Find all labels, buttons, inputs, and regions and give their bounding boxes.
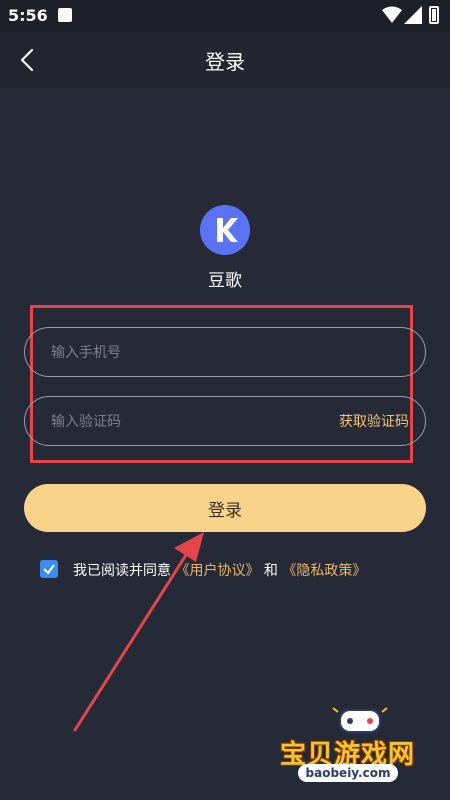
wifi-icon [382, 6, 402, 23]
user-agreement-link[interactable]: 《用户协议》 [175, 563, 259, 579]
watermark: 宝贝游戏网 baobeiy.com [270, 702, 440, 792]
nav-bar: 登录 [0, 32, 450, 88]
battery-icon [429, 6, 439, 24]
agreement-text: 我已阅读并同意 《用户协议》 和 《隐私政策》 [73, 560, 366, 580]
login-button[interactable]: 登录 [24, 484, 426, 532]
signal-icon [404, 6, 422, 24]
status-time: 5:56 [8, 6, 48, 25]
notification-icon [58, 8, 72, 22]
get-code-button[interactable]: 获取验证码 [339, 411, 409, 431]
game-controller-icon [332, 707, 388, 733]
code-input[interactable] [49, 397, 313, 447]
app-logo-icon [200, 205, 250, 255]
phone-input[interactable] [49, 328, 313, 378]
agreement-checkbox[interactable] [40, 560, 58, 578]
phone-field [24, 327, 426, 378]
privacy-policy-link[interactable]: 《隐私政策》 [282, 563, 366, 579]
status-bar: 5:56 [0, 0, 450, 32]
agreement-conjunction: 和 [259, 563, 283, 579]
watermark-url: baobeiy.com [298, 764, 398, 782]
code-field: 获取验证码 [24, 396, 426, 447]
agreement-row: 我已阅读并同意 《用户协议》 和 《隐私政策》 [40, 560, 430, 580]
page-title: 登录 [205, 50, 245, 74]
agreement-prefix: 我已阅读并同意 [73, 563, 176, 579]
app-name: 豆歌 [208, 271, 242, 291]
